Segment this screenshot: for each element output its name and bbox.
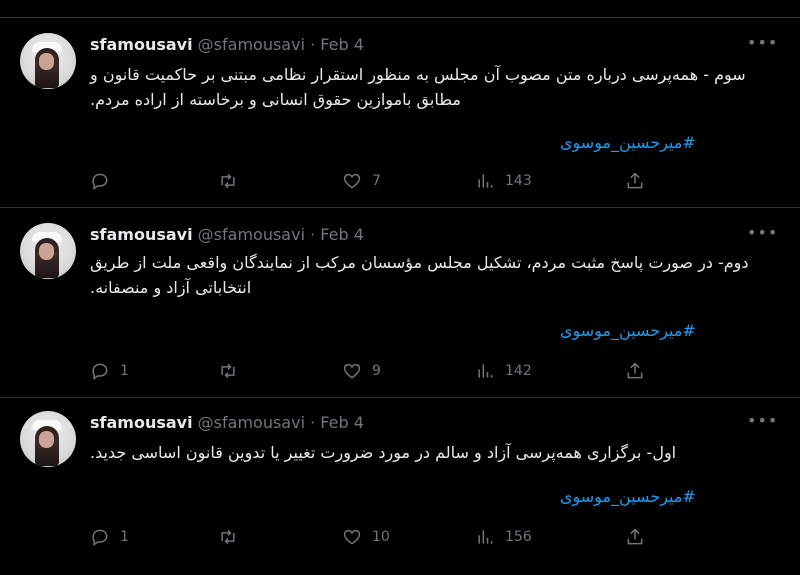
display-name[interactable]: sfamousavi — [90, 413, 193, 432]
user-handle[interactable]: @sfamousavi — [198, 413, 305, 432]
like-button[interactable]: 10 — [342, 526, 390, 548]
like-count: 7 — [372, 173, 381, 189]
reply-button[interactable]: 1 — [90, 360, 129, 382]
tweet-text: اول- برگزاری همه‌پرسی آزاد و سالم در مور… — [90, 443, 677, 462]
avatar[interactable] — [20, 411, 76, 467]
views-button[interactable]: 143 — [475, 170, 532, 192]
reply-button[interactable] — [90, 170, 120, 192]
heart-icon — [343, 529, 361, 545]
share-button[interactable] — [625, 360, 645, 382]
retweet-button[interactable] — [218, 526, 248, 548]
tweet-header: sfamousavi @sfamousavi · Feb 4 — [90, 412, 364, 434]
reply-count: 1 — [120, 529, 129, 545]
retweet-icon — [221, 173, 235, 189]
tweet-actions: 1 9 142 — [90, 360, 750, 382]
share-icon — [627, 362, 643, 379]
more-dots-icon[interactable]: ••• — [747, 225, 777, 246]
like-count: 9 — [372, 363, 381, 379]
retweet-button[interactable] — [218, 360, 248, 382]
tweet-1[interactable]: sfamousavi @sfamousavi · Feb 4 ••• سوم -… — [0, 18, 800, 208]
more-dots-icon[interactable]: ••• — [747, 413, 777, 434]
tweet-actions: 1 10 156 — [90, 526, 750, 548]
reply-icon — [92, 363, 108, 380]
display-name[interactable]: sfamousavi — [90, 225, 193, 244]
retweet-icon — [221, 529, 235, 545]
share-icon — [627, 528, 643, 545]
share-button[interactable] — [625, 526, 645, 548]
user-handle[interactable]: @sfamousavi — [198, 225, 305, 244]
more-dots-icon[interactable]: ••• — [747, 35, 777, 56]
avatar[interactable] — [20, 33, 76, 89]
views-count: 142 — [505, 363, 532, 379]
tweet-date[interactable]: Feb 4 — [320, 225, 364, 244]
views-button[interactable]: 156 — [475, 526, 532, 548]
heart-icon — [343, 363, 361, 379]
share-icon — [627, 172, 643, 189]
separator-dot: · — [310, 413, 316, 432]
heart-icon — [343, 173, 361, 189]
tweet-actions: 7 143 — [90, 170, 750, 192]
tweet-date[interactable]: Feb 4 — [320, 35, 364, 54]
views-icon — [478, 530, 493, 544]
views-count: 156 — [505, 529, 532, 545]
hashtag-link[interactable]: #میرحسین_موسوی — [560, 486, 768, 508]
avatar[interactable] — [20, 223, 76, 279]
views-count: 143 — [505, 173, 532, 189]
hashtag-link[interactable]: #میرحسین_موسوی — [560, 320, 768, 342]
tweet-text: دوم- در صورت پاسخ مثبت مردم، تشکیل مجلس … — [90, 253, 749, 297]
tweet-3[interactable]: sfamousavi @sfamousavi · Feb 4 ••• اول- … — [0, 398, 800, 575]
like-count: 10 — [372, 529, 390, 545]
like-button[interactable]: 9 — [342, 360, 381, 382]
like-button[interactable]: 7 — [342, 170, 381, 192]
separator-dot: · — [310, 35, 316, 54]
reply-button[interactable]: 1 — [90, 526, 129, 548]
separator-dot: · — [310, 225, 316, 244]
tweet-header: sfamousavi @sfamousavi · Feb 4 — [90, 34, 364, 56]
views-icon — [478, 174, 493, 188]
reply-count: 1 — [120, 363, 129, 379]
hashtag-link[interactable]: #میرحسین_موسوی — [560, 132, 768, 154]
tweet-2[interactable]: sfamousavi @sfamousavi · Feb 4 ••• دوم- … — [0, 208, 800, 398]
reply-icon — [92, 173, 108, 190]
retweet-button[interactable] — [218, 170, 248, 192]
tweet-text: سوم - همه‌پرسی درباره متن مصوب آن مجلس ب… — [90, 65, 746, 109]
views-icon — [478, 364, 493, 378]
reply-icon — [92, 529, 108, 546]
share-button[interactable] — [625, 170, 645, 192]
user-handle[interactable]: @sfamousavi — [198, 35, 305, 54]
views-button[interactable]: 142 — [475, 360, 532, 382]
retweet-icon — [221, 363, 235, 379]
tweet-date[interactable]: Feb 4 — [320, 413, 364, 432]
display-name[interactable]: sfamousavi — [90, 35, 193, 54]
tweet-header: sfamousavi @sfamousavi · Feb 4 — [90, 224, 364, 246]
